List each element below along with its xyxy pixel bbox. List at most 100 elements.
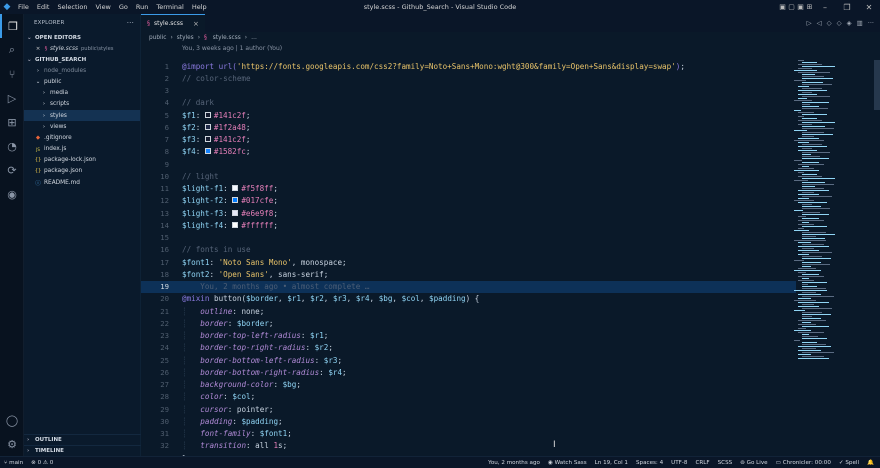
split-editor-icon[interactable]: ▥ — [857, 19, 863, 27]
github-icon[interactable]: ◉ — [0, 182, 24, 206]
menu-item-view[interactable]: View — [91, 3, 114, 11]
open-editors-header[interactable]: ⌄ OPEN EDITORS — [24, 32, 140, 43]
tree-item[interactable]: ◆ .gitignore — [24, 132, 140, 143]
vertical-scrollbar[interactable] — [874, 60, 880, 110]
timeline-icon[interactable]: ⟳ — [0, 158, 24, 182]
code-editor[interactable]: 1 @import url('https://fonts.googleapis.c… — [141, 60, 796, 463]
code-line[interactable]: 18 $font2: 'Open Sans', sans-serif; — [141, 268, 796, 280]
search-icon[interactable]: ⌕ — [0, 38, 24, 62]
code-line[interactable]: 32 ┊ transition: all 1s; — [141, 440, 796, 452]
run-icon[interactable]: ▷ — [807, 19, 812, 27]
code-line[interactable]: 19 You, 2 months ago • almost complete … — [141, 280, 796, 293]
minimize-button[interactable]: – — [814, 3, 836, 12]
code-line[interactable]: 30 ┊ padding: $padding; — [141, 415, 796, 427]
account-icon[interactable]: ◯ — [0, 408, 24, 432]
more-actions-icon[interactable]: ··· — [127, 19, 134, 27]
tree-item[interactable]: › node_modules — [24, 65, 140, 76]
gear-icon[interactable]: ⚙ — [0, 432, 24, 456]
code-line[interactable]: 23 ┊ border-top-left-radius: $r1; — [141, 330, 796, 342]
code-line[interactable]: 3 — [141, 85, 796, 97]
run-debug-icon[interactable]: ▷ — [0, 86, 24, 110]
notifications-icon[interactable]: 🔔 — [867, 460, 874, 466]
git-blame-status[interactable]: You, 2 months ago — [488, 460, 540, 466]
tree-item[interactable]: › scripts — [24, 99, 140, 110]
breadcrumb-item[interactable]: styles — [177, 35, 194, 41]
code-line[interactable]: 8 $f4: #1582fc; — [141, 146, 796, 158]
color-swatch[interactable] — [232, 221, 239, 228]
more-actions-icon[interactable]: ··· — [868, 19, 874, 27]
go-back-icon[interactable]: ◁ — [817, 19, 822, 27]
color-swatch[interactable] — [204, 148, 211, 155]
code-line[interactable]: 5 $f1: #141c2f; — [141, 109, 796, 121]
code-line[interactable]: 26 ┊ border-bottom-right-radius: $r4; — [141, 366, 796, 378]
code-line[interactable]: 4 // dark — [141, 97, 796, 109]
code-line[interactable]: 1 @import url('https://fonts.googleapis.c… — [141, 60, 796, 72]
color-swatch[interactable] — [232, 197, 239, 204]
close-window-button[interactable]: ✕ — [858, 3, 880, 12]
dot-icon[interactable]: ◇ — [827, 19, 832, 27]
chronicler-status[interactable]: ▭ Chronicler: 00:00 — [776, 460, 831, 466]
restore-button[interactable]: ❐ — [836, 3, 858, 12]
timeline-header[interactable]: › TIMELINE — [24, 445, 141, 456]
minimap[interactable] — [794, 60, 872, 360]
code-line[interactable]: 29 ┊ cursor: pointer; — [141, 403, 796, 415]
line-ending[interactable]: CRLF — [695, 460, 709, 466]
project-header[interactable]: ⌄ GITHUB_SEARCH — [24, 54, 140, 65]
tree-item[interactable]: JS index.js — [24, 144, 140, 155]
encoding[interactable]: UTF-8 — [671, 460, 687, 466]
color-swatch[interactable] — [204, 111, 211, 118]
source-control-icon[interactable]: ⑂ — [0, 62, 24, 86]
compare-icon[interactable]: ◈ — [847, 19, 852, 27]
layout-secondary-icon[interactable]: ▣ — [796, 3, 805, 11]
code-line[interactable]: 13 $light-f3: #e6e9f8; — [141, 207, 796, 219]
tree-item[interactable]: {} package-lock.json — [24, 155, 140, 166]
tree-item[interactable]: {} package.json — [24, 166, 140, 177]
branch-indicator[interactable]: ⑂ main — [4, 460, 23, 466]
extensions-icon[interactable]: ⊞ — [0, 110, 24, 134]
menu-item-selection[interactable]: Selection — [53, 3, 91, 11]
go-forward-icon[interactable]: ◇ — [837, 19, 842, 27]
tree-item[interactable]: › views — [24, 121, 140, 132]
code-line[interactable]: 31 ┊ font-family: $font1; — [141, 428, 796, 440]
cursor-position[interactable]: Ln 19, Col 1 — [595, 460, 628, 466]
layout-panel-icon[interactable]: ▢ — [787, 3, 796, 11]
code-line[interactable]: 12 $light-f2: #017cfe; — [141, 195, 796, 207]
color-swatch[interactable] — [204, 136, 211, 143]
customize-layout-icon[interactable]: ⊞ — [805, 3, 814, 11]
language-mode[interactable]: SCSS — [718, 460, 733, 466]
breadcrumb-item[interactable]: § style.scss — [204, 35, 241, 41]
code-line[interactable]: 15 — [141, 232, 796, 244]
code-line[interactable]: 11 $light-f1: #f5f8ff; — [141, 183, 796, 195]
breadcrumb-item[interactable]: public — [149, 35, 166, 41]
code-line[interactable]: 14 $light-f4: #ffffff; — [141, 219, 796, 231]
code-line[interactable]: 7 $f3: #141c2f; — [141, 134, 796, 146]
remote-icon[interactable]: ◔ — [0, 134, 24, 158]
files-icon[interactable]: ❐ — [0, 14, 24, 38]
outline-header[interactable]: › OUTLINE — [24, 434, 141, 445]
tree-item[interactable]: › media — [24, 88, 140, 99]
problems-indicator[interactable]: ⊗ 0 ⚠ 0 — [31, 460, 53, 466]
menu-item-edit[interactable]: Edit — [33, 3, 54, 11]
tab-style-scss[interactable]: § style.scss × — [141, 14, 205, 32]
breadcrumb-item[interactable]: … — [251, 35, 257, 41]
code-line[interactable]: 10 // light — [141, 170, 796, 182]
code-line[interactable]: 28 ┊ color: $col; — [141, 391, 796, 403]
tree-item[interactable]: ⓘ README.md — [24, 177, 140, 188]
menu-item-go[interactable]: Go — [115, 3, 132, 11]
code-line[interactable]: 21 ┊ outline: none; — [141, 305, 796, 317]
code-line[interactable]: 27 ┊ background-color: $bg; — [141, 379, 796, 391]
code-line[interactable]: 24 ┊ border-top-right-radius: $r2; — [141, 342, 796, 354]
menu-item-help[interactable]: Help — [188, 3, 211, 11]
close-icon[interactable]: × — [34, 46, 42, 52]
open-editor-item[interactable]: × § style.scss public\styles — [24, 43, 140, 54]
tree-item[interactable]: › styles — [24, 109, 140, 122]
menu-item-run[interactable]: Run — [132, 3, 152, 11]
code-line[interactable]: 20 @mixin button($border, $r1, $r2, $r3, … — [141, 293, 796, 305]
menu-item-file[interactable]: File — [14, 3, 33, 11]
color-swatch[interactable] — [204, 123, 211, 130]
code-line[interactable]: 9 — [141, 158, 796, 170]
blame-header[interactable]: You, 3 weeks ago | 1 author (You) — [141, 43, 880, 54]
code-line[interactable]: 2 // color-scheme — [141, 72, 796, 84]
tree-item[interactable]: ⌄ public — [24, 76, 140, 87]
indentation[interactable]: Spaces: 4 — [636, 460, 663, 466]
